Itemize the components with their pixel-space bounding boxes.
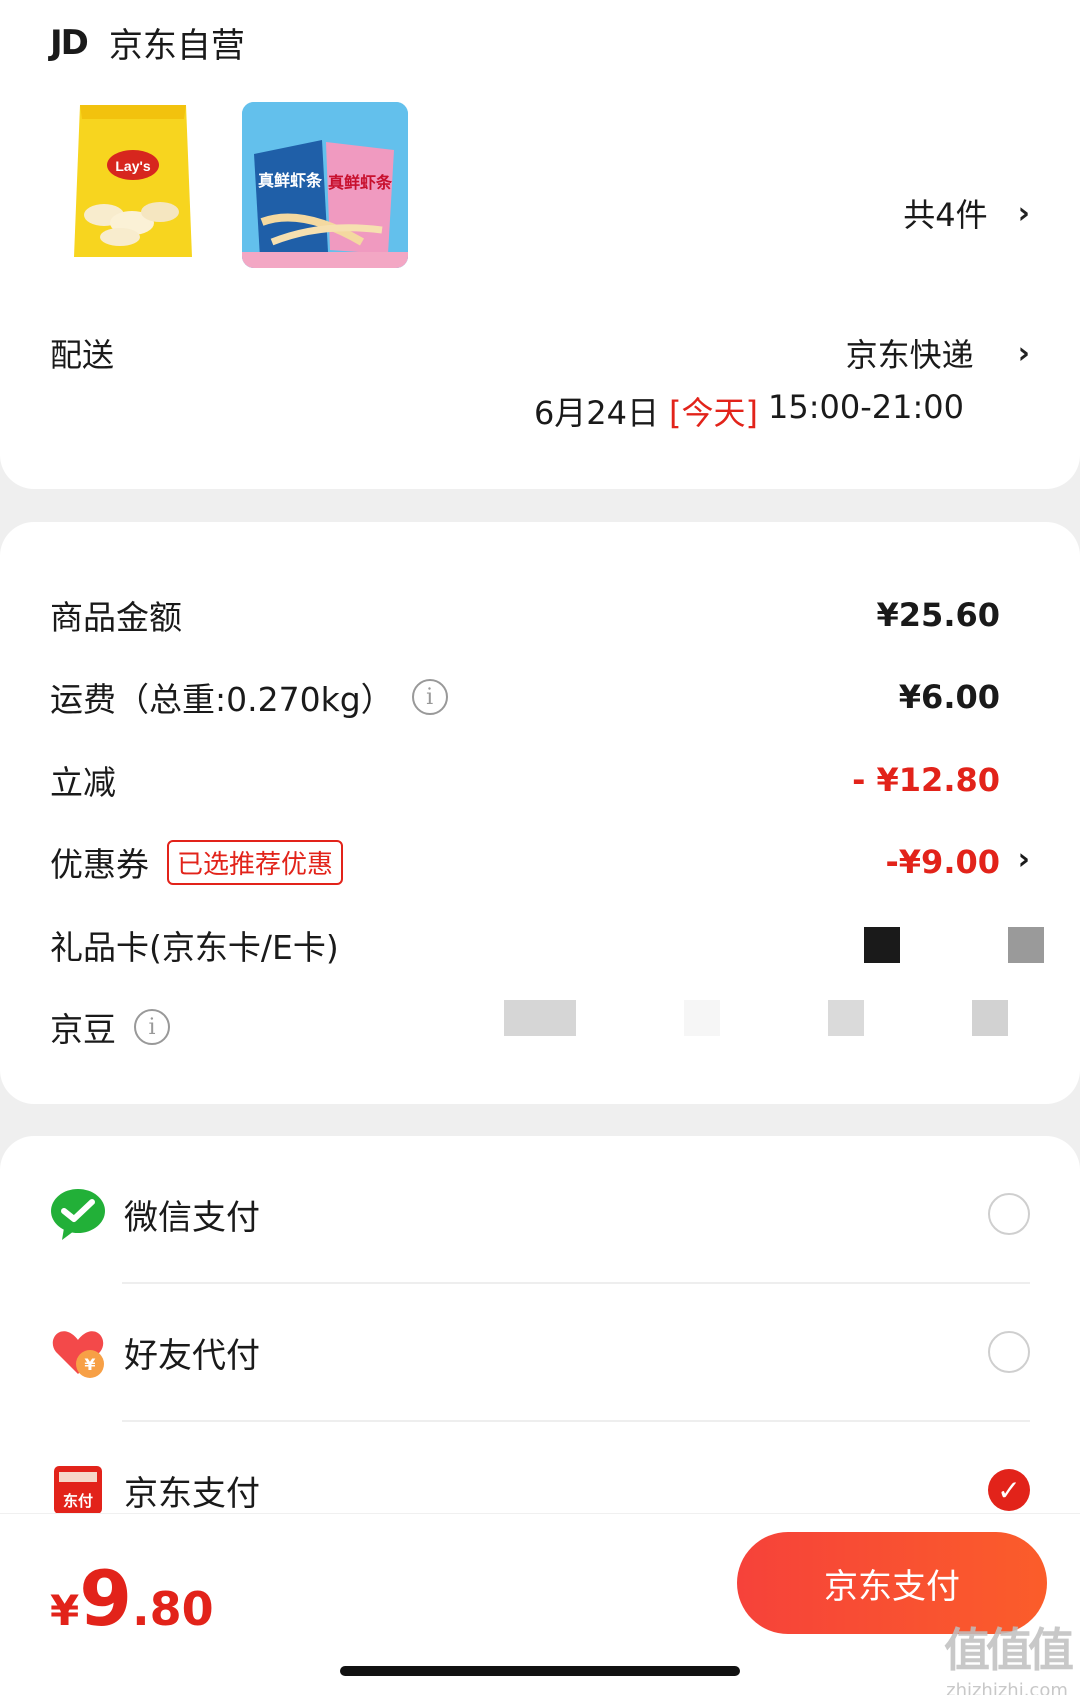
svg-text:东付: 东付 xyxy=(63,1492,93,1510)
gift-card-row[interactable]: 礼品卡(京东卡/E卡) xyxy=(50,920,1000,970)
total-price: ¥ 9 .80 xyxy=(50,1554,214,1643)
goods-amount-label: 商品金额 xyxy=(50,598,182,637)
payment-option-label: 微信支付 xyxy=(124,1197,260,1238)
jd-logo: JD xyxy=(50,22,89,63)
delivery-time-window: 15:00-21:00 xyxy=(768,388,964,426)
friend-pay-icon: ¥ xyxy=(50,1324,106,1380)
payment-option-label: 好友代付 xyxy=(124,1335,260,1376)
delivery-method-selector[interactable]: 京东快递 › xyxy=(846,330,1030,376)
instant-discount-row: 立减 - ¥12.80 xyxy=(50,755,1000,805)
radio-checked-icon[interactable]: ✓ xyxy=(988,1469,1030,1511)
site-watermark: 值值值 zhizhizhi.com xyxy=(944,1614,1074,1695)
price-details-card: 商品金额 ¥25.60 运费（总重:0.270kg） i ¥6.00 立减 - … xyxy=(0,522,1080,1104)
radio-unchecked[interactable] xyxy=(988,1193,1030,1235)
checkout-bar: ¥ 9 .80 京东支付 值值值 zhizhizhi.com xyxy=(0,1513,1080,1695)
chevron-right-icon: › xyxy=(1017,335,1030,371)
wechat-pay-icon xyxy=(50,1186,106,1242)
chevron-right-icon[interactable]: › xyxy=(1018,842,1030,877)
redacted-block xyxy=(972,1000,1008,1036)
shop-name: 京东自营 xyxy=(108,26,245,66)
coupon-label: 优惠券 xyxy=(50,845,149,884)
svg-text:真鲜虾条: 真鲜虾条 xyxy=(328,173,393,192)
divider xyxy=(122,1282,1030,1284)
product-thumbnail-doritos[interactable]: 真鲜虾条 真鲜虾条 xyxy=(242,102,408,268)
redacted-block xyxy=(864,927,900,963)
total-currency: ¥ xyxy=(50,1586,80,1635)
payment-option-wechat[interactable]: 微信支付 xyxy=(50,1174,1030,1254)
redacted-block xyxy=(504,1000,576,1036)
total-integer: 9 xyxy=(79,1554,133,1643)
radio-unchecked[interactable] xyxy=(988,1331,1030,1373)
watermark-mark: 值值值 xyxy=(944,1623,1074,1677)
total-decimal: .80 xyxy=(132,1582,214,1636)
payment-option-label: 京东支付 xyxy=(124,1473,260,1514)
shop-card: JD 京东自营 Lay's 真鲜虾条 真鲜虾条 共4件 › 配送 京东快递 › … xyxy=(0,0,1080,489)
jd-beans-label: 京豆 xyxy=(50,1010,116,1049)
payment-option-friend[interactable]: ¥ 好友代付 xyxy=(50,1312,1030,1392)
goods-amount-row: 商品金额 ¥25.60 xyxy=(50,590,1000,640)
jd-pay-icon: 东付 xyxy=(50,1462,106,1518)
shipping-label: 运费（总重:0.270kg） xyxy=(50,680,394,719)
coupon-recommended-tag: 已选推荐优惠 xyxy=(167,839,344,885)
shipping-row: 运费（总重:0.270kg） i ¥6.00 xyxy=(50,672,1000,722)
redacted-block xyxy=(1008,927,1044,963)
instant-discount-label: 立减 xyxy=(50,763,116,802)
gift-card-label: 礼品卡(京东卡/E卡) xyxy=(50,928,339,967)
info-icon[interactable]: i xyxy=(134,1009,170,1045)
coupon-row[interactable]: 优惠券 已选推荐优惠 -¥9.00 xyxy=(50,837,1000,887)
divider xyxy=(122,1420,1030,1422)
info-icon[interactable]: i xyxy=(411,679,448,715)
item-count-link[interactable]: 共4件 › xyxy=(903,190,1030,236)
product-thumbnail-lays[interactable]: Lay's xyxy=(62,97,204,262)
delivery-method: 京东快递 xyxy=(845,336,974,374)
shipping-value: ¥6.00 xyxy=(898,678,1000,716)
item-count: 共4件 xyxy=(903,196,988,234)
instant-discount-value: - ¥12.80 xyxy=(852,761,1000,799)
svg-text:¥: ¥ xyxy=(84,1355,95,1374)
delivery-label: 配送 xyxy=(50,336,115,374)
shop-header: JD 京东自营 xyxy=(50,18,245,67)
svg-text:真鲜虾条: 真鲜虾条 xyxy=(258,171,323,190)
home-indicator[interactable] xyxy=(340,1666,740,1676)
delivery-today-tag: [今天] xyxy=(669,394,759,432)
redacted-block xyxy=(828,1000,864,1036)
redacted-block xyxy=(684,1000,720,1036)
chevron-right-icon: › xyxy=(1017,195,1030,231)
delivery-date: 6月24日 xyxy=(533,394,660,432)
coupon-value: -¥9.00 xyxy=(885,843,1001,881)
watermark-url: zhizhizhi.com xyxy=(946,1680,1068,1695)
svg-text:Lay's: Lay's xyxy=(115,158,150,174)
goods-amount-value: ¥25.60 xyxy=(876,596,1000,634)
delivery-time[interactable]: 6月24日 [今天] 15:00-21:00 xyxy=(534,388,964,434)
